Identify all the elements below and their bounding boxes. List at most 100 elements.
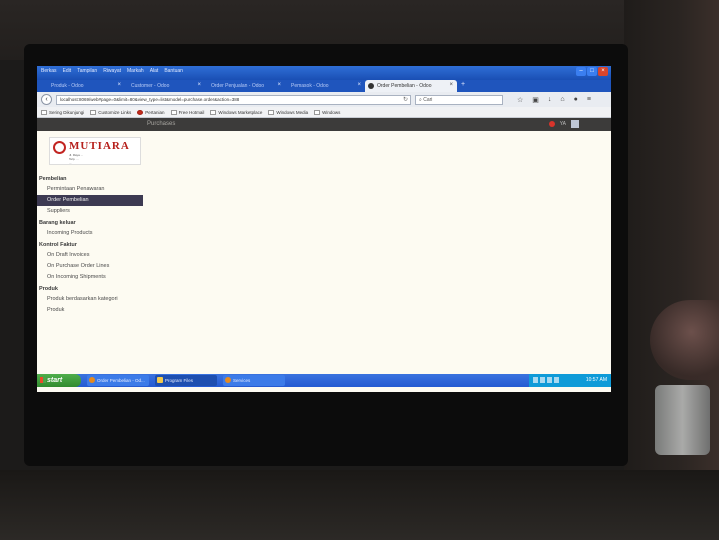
folder-icon bbox=[157, 377, 163, 383]
start-button[interactable]: start bbox=[37, 374, 81, 387]
menu-item[interactable]: Markah bbox=[127, 68, 144, 74]
clock[interactable]: 10:57 AM bbox=[586, 377, 607, 383]
windows-flag-icon bbox=[40, 377, 46, 383]
tray-icons bbox=[533, 377, 559, 383]
bookmark-label: Sering Dikunjungi bbox=[49, 109, 85, 115]
bookmark-item[interactable]: Customize Links bbox=[90, 109, 132, 115]
monitor-screen: Berkas Edit Tampilan Riwayat Markah Alat… bbox=[37, 66, 611, 392]
bookmarks-bar: Sering Dikunjungi Customize Links Pertan… bbox=[37, 107, 611, 118]
sidebar-item-produk-kategori[interactable]: Produk berdasarkan kategori bbox=[37, 294, 145, 305]
taskbar-button-services[interactable]: Services bbox=[223, 375, 285, 386]
toolbar-icons: ☆ ▣ ↓ ⌂ ● ≡ bbox=[517, 96, 591, 104]
bookmark-label: Windows Marketplace bbox=[218, 109, 263, 115]
company-logo: MUTIARA Jl. Raya ... Telp. ... ... bbox=[49, 137, 141, 165]
tab-label: Produk - Odoo bbox=[51, 83, 84, 89]
tray-volume-icon[interactable] bbox=[540, 377, 545, 383]
windows-taskbar: start Order Pembelian - Od... Program Fi… bbox=[37, 374, 611, 387]
tab-strip: Produk - Odoo × Customer - Odoo × Order Pe… bbox=[37, 80, 611, 92]
sidebar-section-kontrol-faktur: Kontrol Faktur bbox=[39, 242, 77, 248]
search-placeholder: Cari bbox=[423, 96, 433, 103]
browser-tab-active[interactable]: Order Pembelian - Odoo × bbox=[365, 80, 457, 92]
sidebar-item-incoming-products[interactable]: Incoming Products bbox=[37, 228, 145, 239]
menu-item[interactable]: Alat bbox=[150, 68, 159, 74]
tray-network-icon[interactable] bbox=[533, 377, 538, 383]
room-wall bbox=[624, 0, 719, 540]
browser-tab[interactable]: Produk - Odoo × bbox=[45, 80, 125, 92]
odoo-topbar: Purchases YA bbox=[37, 118, 611, 131]
logo-extra: ... bbox=[69, 161, 72, 165]
bookmark-item[interactable]: Pertanian bbox=[137, 109, 165, 115]
clipboard-icon[interactable]: ▣ bbox=[532, 96, 539, 104]
back-arrow-icon[interactable]: ‹ bbox=[41, 94, 52, 105]
taskbar-label: Program Files bbox=[165, 378, 194, 383]
tab-label: Order Penjualan - Odoo bbox=[211, 83, 265, 89]
search-input[interactable]: ⌕ Cari bbox=[415, 94, 503, 105]
bookmark-folder-icon bbox=[210, 109, 217, 115]
browser-tab[interactable]: Order Penjualan - Odoo × bbox=[205, 80, 285, 92]
menu-item[interactable]: Riwayat bbox=[103, 68, 121, 74]
odoo-favicon-icon bbox=[368, 83, 374, 89]
taskbar-label: Services bbox=[233, 378, 251, 383]
sidebar-item-order-pembelian[interactable]: Order Pembelian bbox=[37, 195, 143, 206]
bookmark-label: Pertanian bbox=[145, 109, 165, 115]
sidebar-item-on-draft-invoices[interactable]: On Draft Invoices bbox=[37, 250, 145, 261]
avatar[interactable] bbox=[571, 120, 579, 128]
url-bar[interactable]: localhost:8069/web#page=0&limit=80&view_… bbox=[56, 94, 411, 105]
sidebar-item-produk[interactable]: Produk bbox=[37, 305, 145, 316]
notification-icon[interactable] bbox=[548, 121, 555, 127]
bookmark-item[interactable]: Free Hotmail bbox=[170, 109, 204, 115]
bookmark-item[interactable]: Windows Media bbox=[268, 109, 308, 115]
download-icon[interactable]: ↓ bbox=[548, 96, 552, 104]
browser-tab[interactable]: Pemasok - Odoo × bbox=[285, 80, 365, 92]
sidebar-item-permintaan-penawaran[interactable]: Permintaan Penawaran bbox=[37, 184, 145, 195]
bookmark-label: Customize Links bbox=[98, 109, 132, 115]
bookmark-star-icon[interactable]: ☆ bbox=[517, 96, 523, 104]
tray-shield-icon[interactable] bbox=[547, 377, 552, 383]
browser-tab[interactable]: Customer - Odoo × bbox=[125, 80, 205, 92]
sidebar-section-barang-keluar: Barang keluar bbox=[39, 220, 76, 226]
sidebar-item-on-purchase-order-lines[interactable]: On Purchase Order Lines bbox=[37, 261, 145, 272]
bookmark-label: Windows bbox=[322, 109, 341, 115]
minimize-icon[interactable]: – bbox=[576, 67, 586, 76]
taskbar-button-firefox[interactable]: Order Pembelian - Od... bbox=[87, 375, 149, 386]
tab-label: Customer - Odoo bbox=[131, 83, 170, 89]
top-menu-purchases[interactable]: Purchases bbox=[147, 121, 175, 127]
bookmark-folder-icon bbox=[170, 109, 177, 115]
odoo-sidebar: MUTIARA Jl. Raya ... Telp. ... ... Pembe… bbox=[37, 131, 145, 376]
bookmark-item[interactable]: Sering Dikunjungi bbox=[41, 109, 85, 115]
taskbar-button-program-files[interactable]: Program Files bbox=[155, 375, 217, 386]
tray-update-icon[interactable] bbox=[554, 377, 559, 383]
menu-item[interactable]: Tampilan bbox=[77, 68, 97, 74]
sidebar-menu: Pembelian Permintaan Penawaran Order Pem… bbox=[37, 173, 145, 316]
bookmark-item[interactable]: Windows Marketplace bbox=[210, 109, 263, 115]
close-tab-icon[interactable]: × bbox=[449, 82, 453, 88]
sidebar-item-suppliers[interactable]: Suppliers bbox=[37, 206, 145, 217]
window-controls: – □ × bbox=[576, 67, 608, 76]
sidebar-item-on-incoming-shipments[interactable]: On Incoming Shipments bbox=[37, 272, 145, 283]
close-tab-icon[interactable]: × bbox=[277, 82, 281, 88]
new-tab-icon[interactable]: + bbox=[457, 80, 469, 92]
topbar-right: YA bbox=[548, 120, 579, 128]
menu-item[interactable]: Edit bbox=[63, 68, 72, 74]
services-icon bbox=[225, 377, 231, 383]
tab-label: Order Pembelian - Odoo bbox=[377, 83, 432, 89]
menu-item[interactable]: Berkas bbox=[41, 68, 57, 74]
close-icon[interactable]: × bbox=[598, 67, 608, 76]
close-tab-icon[interactable]: × bbox=[197, 82, 201, 88]
bookmark-item[interactable]: Windows bbox=[314, 109, 341, 115]
bookmark-folder-icon bbox=[90, 109, 97, 115]
system-tray: 10:57 AM bbox=[529, 374, 611, 387]
user-menu[interactable]: YA bbox=[560, 121, 566, 127]
chat-icon[interactable]: ● bbox=[574, 96, 578, 104]
menu-item[interactable]: Bantuan bbox=[164, 68, 183, 74]
reload-icon[interactable]: ↻ bbox=[403, 96, 408, 104]
home-icon[interactable]: ⌂ bbox=[560, 96, 564, 104]
hamburger-menu-icon[interactable]: ≡ bbox=[587, 96, 591, 104]
maximize-icon[interactable]: □ bbox=[587, 67, 597, 76]
cup-blur bbox=[655, 385, 710, 455]
url-text: localhost:8069/web#page=0&limit=80&view_… bbox=[60, 96, 240, 102]
logo-brand: MUTIARA bbox=[69, 140, 130, 152]
close-tab-icon[interactable]: × bbox=[117, 82, 121, 88]
close-tab-icon[interactable]: × bbox=[357, 82, 361, 88]
bookmark-red-icon bbox=[137, 109, 144, 115]
